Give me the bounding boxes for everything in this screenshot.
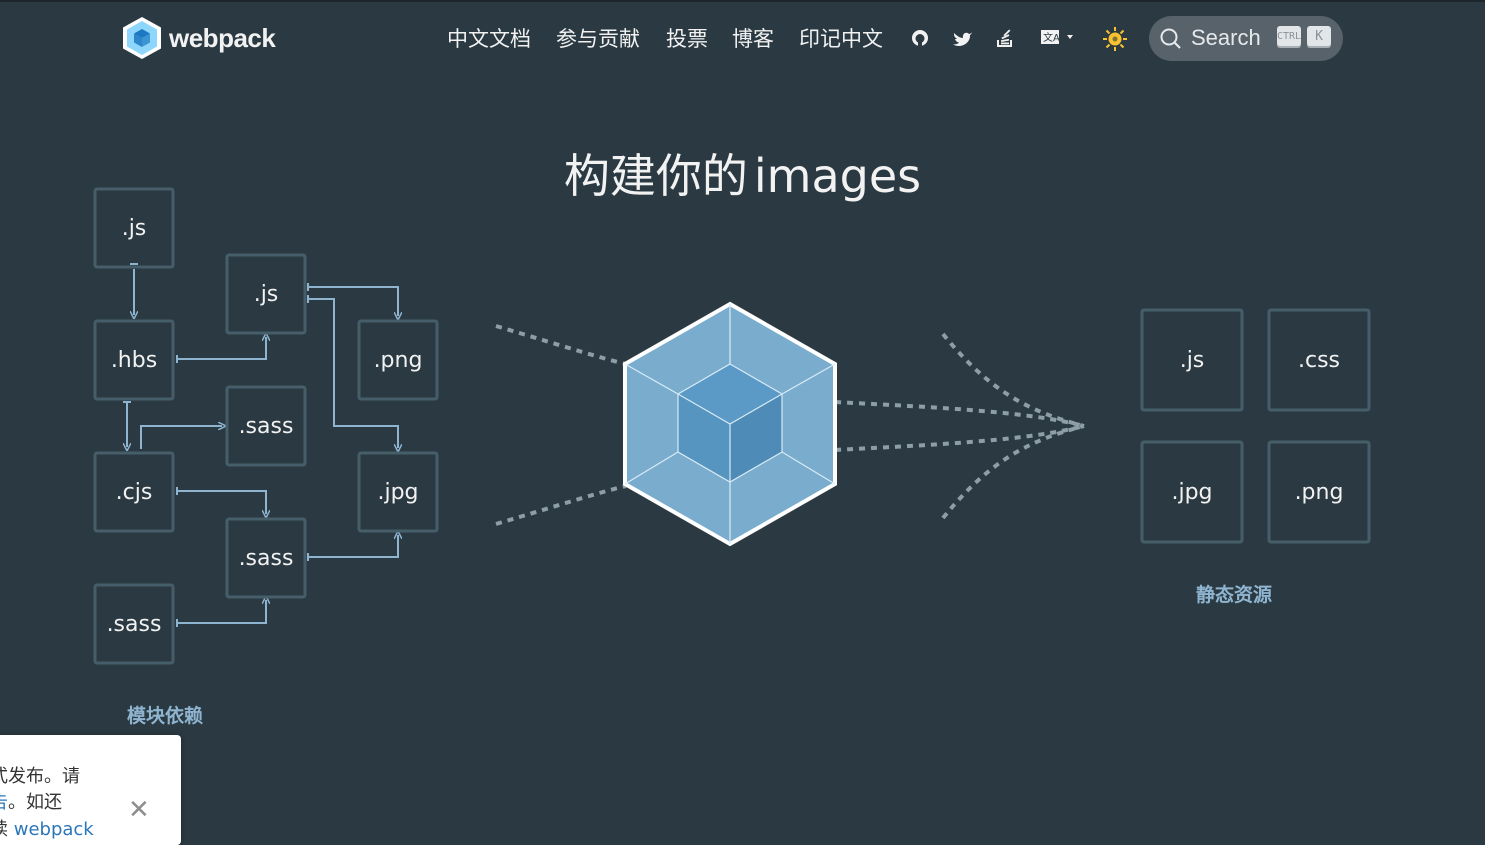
module-label: .hbs bbox=[111, 348, 157, 373]
close-icon[interactable]: ✕ bbox=[128, 795, 150, 825]
bundling-diagram: .js .js .hbs .png .sass .cjs .jpg .sass … bbox=[93, 187, 1371, 727]
notice-link[interactable]: 告 bbox=[0, 792, 8, 813]
notice-text-line-2: 告。如还 bbox=[0, 788, 62, 814]
asset-label: .jpg bbox=[1171, 480, 1212, 505]
notice-text: 读 bbox=[0, 819, 14, 840]
asset-label: .js bbox=[1180, 348, 1205, 373]
asset-label: .png bbox=[1295, 480, 1344, 505]
webpack-cube-icon bbox=[623, 301, 837, 547]
module-label: .cjs bbox=[116, 480, 153, 505]
module-label: .sass bbox=[239, 414, 294, 439]
module-label: .jpg bbox=[377, 480, 418, 505]
notice-text-line-1: 式发布。请 bbox=[0, 766, 80, 787]
module-label: .js bbox=[254, 282, 279, 307]
notice-text-line-3: 读 webpack bbox=[0, 815, 94, 841]
dependency-arrows bbox=[123, 263, 398, 627]
asset-boxes bbox=[1140, 308, 1371, 544]
notification-popup: 式发布。请 告。如还 读 webpack ✕ bbox=[0, 735, 181, 845]
asset-label: .css bbox=[1298, 348, 1340, 373]
assets-caption: 静态资源 bbox=[1196, 583, 1272, 606]
module-label: .sass bbox=[239, 546, 294, 571]
notice-webpack-link[interactable]: webpack bbox=[14, 819, 94, 840]
modules-caption: 模块依赖 bbox=[127, 704, 203, 727]
module-label: .sass bbox=[107, 612, 162, 637]
module-label: .js bbox=[122, 216, 147, 241]
module-label: .png bbox=[374, 348, 423, 373]
notice-text: 。如还 bbox=[8, 792, 62, 813]
